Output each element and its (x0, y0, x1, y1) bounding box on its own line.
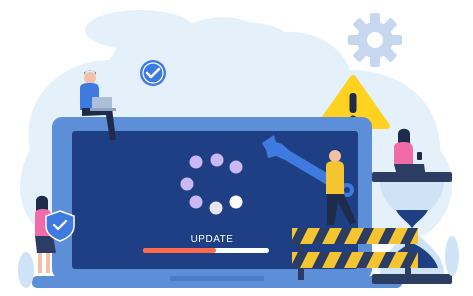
update-label: UPDATE (191, 234, 234, 245)
illustration-canvas: UPDATE (18, 10, 459, 288)
update-progress-bar (143, 248, 269, 253)
gear-icon (348, 13, 402, 67)
check-circle-icon (140, 60, 166, 86)
software-update-illustration: UPDATE (0, 0, 473, 296)
progress-fill (143, 248, 217, 253)
